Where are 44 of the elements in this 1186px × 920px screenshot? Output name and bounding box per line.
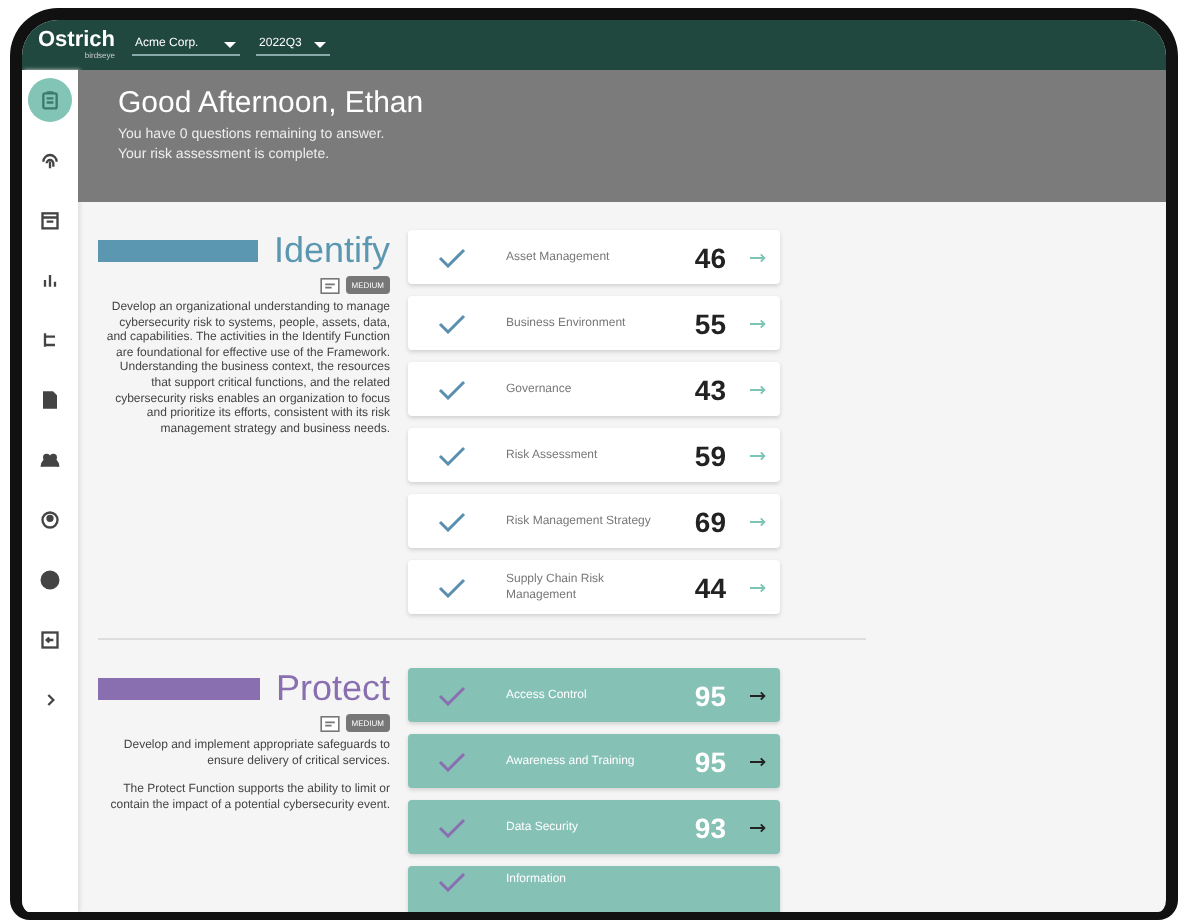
arrow-right-icon xyxy=(750,449,768,461)
check-icon xyxy=(438,445,466,465)
greeting-title: Good Afternoon, Ethan xyxy=(118,86,426,120)
check-icon xyxy=(438,247,466,267)
arrow-right-icon xyxy=(750,251,768,263)
arrow-right-icon xyxy=(750,755,768,767)
document-icon xyxy=(319,715,340,731)
check-icon xyxy=(438,511,466,531)
document-icon xyxy=(319,277,340,293)
people-icon xyxy=(40,450,60,470)
logo-text: Ostrich xyxy=(38,30,116,52)
category-score: 43 xyxy=(692,373,726,405)
caret-icon xyxy=(223,41,236,47)
chart-icon xyxy=(40,270,60,290)
category-score: 59 xyxy=(692,439,726,471)
check-icon xyxy=(438,817,466,837)
arrow-right-icon xyxy=(750,515,768,527)
document-icon xyxy=(40,390,60,410)
sidebar-item[interactable] xyxy=(28,78,72,122)
category-score: 93 xyxy=(692,811,726,843)
arrow-right-icon xyxy=(750,821,768,833)
category-score: 95 xyxy=(692,745,726,777)
section-title: Identify xyxy=(273,230,390,270)
category-score: 95 xyxy=(692,679,726,711)
arrow-right-icon xyxy=(750,581,768,593)
clipboard-icon xyxy=(40,90,60,110)
exit-icon xyxy=(40,630,60,650)
category-score: 69 xyxy=(692,505,726,537)
category-score: 46 xyxy=(692,241,726,273)
category-score: 55 xyxy=(692,307,726,339)
check-icon xyxy=(438,577,466,597)
caret-icon xyxy=(313,41,326,47)
category-score: 44 xyxy=(692,571,726,603)
check-icon xyxy=(438,751,466,771)
arrow-right-icon xyxy=(750,689,768,701)
account-icon xyxy=(40,510,60,530)
check-icon xyxy=(438,872,466,892)
check-icon xyxy=(438,685,466,705)
section-title: Protect xyxy=(275,668,390,708)
fingerprint-icon xyxy=(40,150,60,170)
check-icon xyxy=(438,379,466,399)
arrow-right-icon xyxy=(750,383,768,395)
check-icon xyxy=(438,313,466,333)
arrow-right-icon xyxy=(750,317,768,329)
